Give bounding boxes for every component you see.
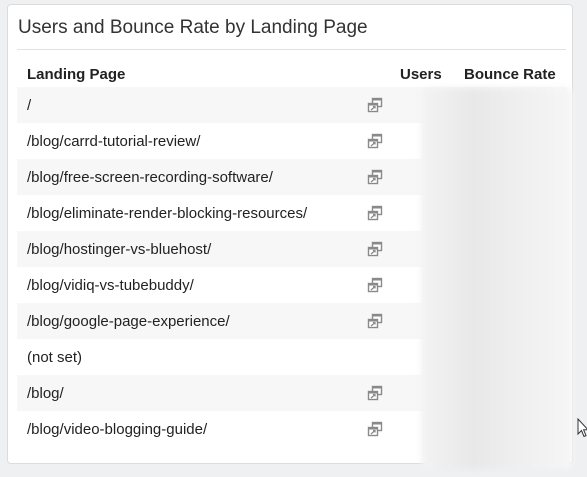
open-in-new-window-icon[interactable] [367, 133, 383, 149]
landing-page-path[interactable]: (not set) [27, 349, 82, 366]
landing-page-path[interactable]: /blog/google-page-experience/ [27, 313, 230, 330]
column-header-users[interactable]: Users [400, 66, 442, 83]
landing-page-path[interactable]: /blog/free-screen-recording-software/ [27, 169, 273, 186]
landing-page-path[interactable]: /blog/carrd-tutorial-review/ [27, 133, 200, 150]
landing-page-path[interactable]: /blog/ [27, 385, 64, 402]
panel-title: Users and Bounce Rate by Landing Page [18, 17, 368, 38]
table-header: Landing Page Users Bounce Rate [17, 63, 566, 85]
mouse-cursor-icon [577, 418, 587, 438]
open-in-new-window-icon[interactable] [367, 97, 383, 113]
column-header-landing-page[interactable]: Landing Page [27, 66, 125, 83]
open-in-new-window-icon[interactable] [367, 421, 383, 437]
open-in-new-window-icon[interactable] [367, 169, 383, 185]
landing-page-path[interactable]: /blog/eliminate-render-blocking-resource… [27, 205, 307, 222]
open-in-new-window-icon[interactable] [367, 205, 383, 221]
open-in-new-window-icon[interactable] [367, 385, 383, 401]
column-header-bounce-rate[interactable]: Bounce Rate [464, 66, 556, 83]
open-in-new-window-icon[interactable] [367, 277, 383, 293]
landing-page-path[interactable]: /blog/vidiq-vs-tubebuddy/ [27, 277, 194, 294]
title-divider [17, 49, 566, 50]
open-in-new-window-icon[interactable] [367, 241, 383, 257]
landing-page-path[interactable]: / [27, 97, 31, 114]
landing-page-path[interactable]: /blog/hostinger-vs-bluehost/ [27, 241, 211, 258]
open-in-new-window-icon[interactable] [367, 313, 383, 329]
redacted-values-blur [421, 88, 573, 469]
landing-page-path[interactable]: /blog/video-blogging-guide/ [27, 421, 207, 438]
